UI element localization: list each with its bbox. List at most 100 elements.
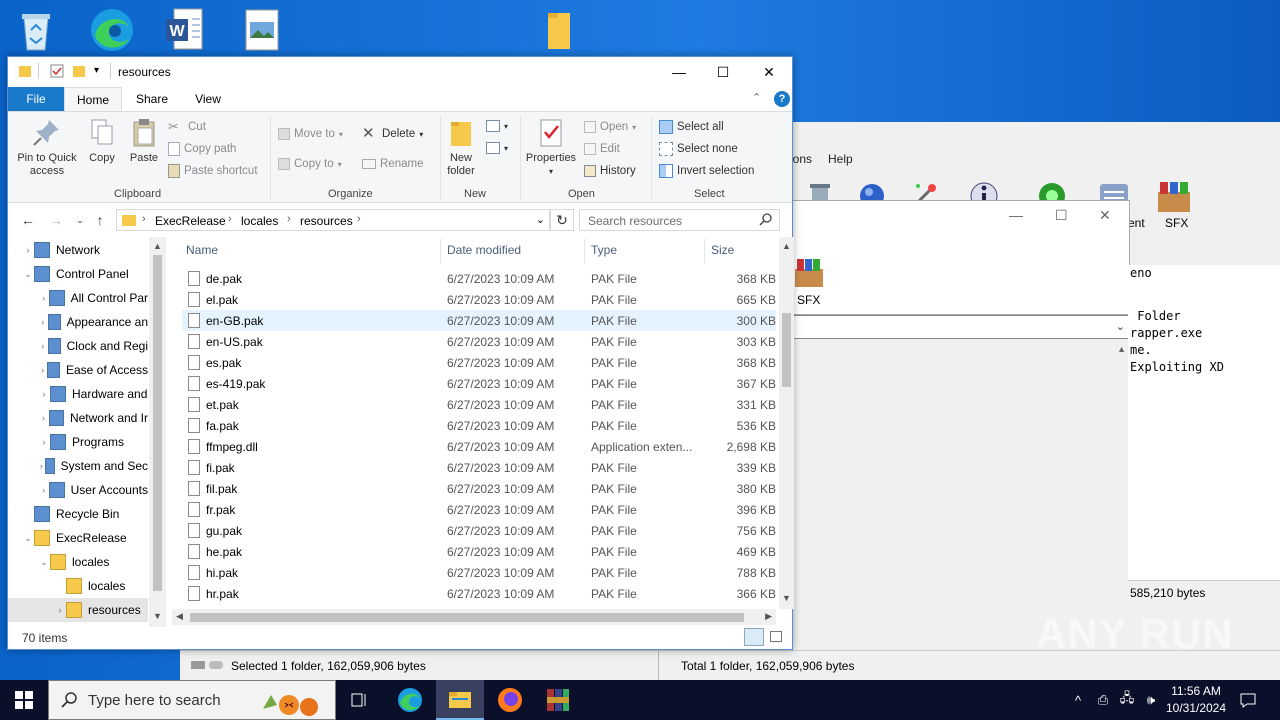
search-input[interactable]: Search resources xyxy=(579,209,780,231)
back-arrow-icon[interactable]: ← xyxy=(18,211,38,229)
file-row[interactable]: es.pak 6/27/2023 10:09 AM PAK File 368 KB xyxy=(182,352,776,373)
nav-item[interactable]: ⌄ ExecRelease xyxy=(8,526,148,550)
edit-button[interactable]: Edit xyxy=(584,139,620,159)
nav-item[interactable]: › Network xyxy=(8,238,148,262)
scroll-up-icon[interactable]: ▲ xyxy=(153,241,162,251)
navigation-scrollbar[interactable]: ▲ ▼ xyxy=(149,237,166,627)
expand-chevron-icon[interactable]: › xyxy=(38,437,50,447)
scroll-up-icon[interactable]: ▲ xyxy=(1117,344,1126,354)
file-row[interactable]: fi.pak 6/27/2023 10:09 AM PAK File 339 KB xyxy=(182,457,776,478)
image-file-icon[interactable] xyxy=(236,6,288,54)
word-document-icon[interactable]: W xyxy=(158,6,210,54)
dialog-minimize-button[interactable]: — xyxy=(1009,207,1023,223)
paste-button[interactable]: Paste xyxy=(126,116,162,165)
nav-item[interactable]: › Appearance an xyxy=(8,310,148,334)
file-row[interactable]: gu.pak 6/27/2023 10:09 AM PAK File 756 KB xyxy=(182,520,776,541)
file-row[interactable]: fa.pak 6/27/2023 10:09 AM PAK File 536 KB xyxy=(182,415,776,436)
scroll-thumb[interactable] xyxy=(153,255,162,591)
file-row[interactable]: hi.pak 6/27/2023 10:09 AM PAK File 788 KB xyxy=(182,562,776,583)
select-all-button[interactable]: Select all xyxy=(659,117,724,137)
maximize-button[interactable]: ☐ xyxy=(700,57,746,87)
refresh-icon[interactable]: ↻ xyxy=(550,209,574,231)
column-separator[interactable] xyxy=(584,239,585,263)
dialog-maximize-button[interactable]: ☐ xyxy=(1055,207,1068,224)
scroll-down-icon[interactable]: ▼ xyxy=(782,593,791,603)
invert-selection-button[interactable]: Invert selection xyxy=(659,161,754,181)
file-row[interactable]: el.pak 6/27/2023 10:09 AM PAK File 665 KB xyxy=(182,289,776,310)
notifications-icon[interactable] xyxy=(1236,680,1260,720)
show-hidden-icons-chevron-icon[interactable]: ^ xyxy=(1068,680,1088,720)
file-row[interactable]: et.pak 6/27/2023 10:09 AM PAK File 331 KB xyxy=(182,394,776,415)
minimize-button[interactable]: — xyxy=(656,57,702,87)
file-list-horizontal-scrollbar[interactable]: ◀ ▶ xyxy=(172,609,776,625)
scroll-up-icon[interactable]: ▲ xyxy=(782,241,791,251)
rename-button[interactable]: Rename xyxy=(362,154,423,174)
properties-button[interactable]: Properties ▾ xyxy=(524,116,578,178)
file-row[interactable]: de.pak 6/27/2023 10:09 AM PAK File 368 KB xyxy=(182,268,776,289)
column-header-name[interactable]: Name xyxy=(186,243,218,257)
tab-home[interactable]: Home xyxy=(64,87,122,111)
nav-item[interactable]: locales xyxy=(8,574,148,598)
firefox-taskbar-icon[interactable] xyxy=(486,680,534,720)
expand-chevron-icon[interactable]: › xyxy=(38,365,47,375)
file-row[interactable]: hr.pak 6/27/2023 10:09 AM PAK File 366 KB xyxy=(182,583,776,604)
breadcrumb-locales[interactable]: locales xyxy=(241,214,278,228)
file-list-vertical-scrollbar[interactable]: ▲ ▼ xyxy=(779,237,794,609)
properties-icon[interactable] xyxy=(50,64,64,78)
winrar-taskbar-icon[interactable] xyxy=(534,680,582,720)
copy-button[interactable]: Copy xyxy=(84,116,120,165)
large-icons-view-icon[interactable] xyxy=(770,631,782,642)
delete-button[interactable]: ✕ Delete ▾ xyxy=(362,124,423,144)
tab-file[interactable]: File xyxy=(8,87,64,111)
forward-arrow-icon[interactable]: → xyxy=(46,211,66,229)
scroll-right-icon[interactable]: ▶ xyxy=(765,611,772,622)
history-button[interactable]: History xyxy=(584,161,636,181)
column-header-date[interactable]: Date modified xyxy=(447,243,521,257)
nav-item[interactable]: › Network and Ir xyxy=(8,406,148,430)
column-separator[interactable] xyxy=(704,239,705,263)
expand-chevron-icon[interactable]: › xyxy=(38,461,45,471)
help-icon[interactable]: ? xyxy=(774,91,790,107)
edge-icon[interactable] xyxy=(86,6,138,54)
nav-item[interactable]: › Ease of Access xyxy=(8,358,148,382)
taskbar-search-input[interactable]: Type here to search xyxy=(48,680,336,720)
address-dropdown-chevron-icon[interactable]: ⌄ xyxy=(536,213,545,226)
tab-share[interactable]: Share xyxy=(132,87,172,111)
collapse-ribbon-chevron-icon[interactable]: ⌃ xyxy=(752,91,761,104)
menu-options[interactable]: ions xyxy=(790,152,812,174)
clock[interactable]: 11:56 AM 10/31/2024 xyxy=(1158,683,1234,717)
tab-view[interactable]: View xyxy=(190,87,226,111)
new-folder-button[interactable]: New folder xyxy=(444,116,478,178)
customize-toolbar-chevron-icon[interactable]: ▾ xyxy=(94,65,99,76)
file-row[interactable]: en-US.pak 6/27/2023 10:09 AM PAK File 303 K… xyxy=(182,331,776,352)
expand-chevron-icon[interactable]: › xyxy=(38,413,49,423)
expand-chevron-icon[interactable]: ⌄ xyxy=(22,269,34,280)
paste-shortcut-button[interactable]: Paste shortcut xyxy=(168,161,258,181)
menu-help[interactable]: Help xyxy=(828,152,853,174)
nav-item[interactable]: › Programs xyxy=(8,430,148,454)
expand-chevron-icon[interactable]: ⌄ xyxy=(38,557,50,568)
nav-item[interactable]: › resources xyxy=(8,598,148,622)
recycle-bin-icon[interactable] xyxy=(10,6,62,54)
breadcrumb-execrelease[interactable]: ExecRelease xyxy=(155,214,226,228)
title-bar[interactable]: ▾ resources — ☐ ✕ xyxy=(8,57,792,87)
expand-chevron-icon[interactable]: › xyxy=(38,317,48,327)
task-view-icon[interactable] xyxy=(336,680,384,720)
edge-taskbar-icon[interactable] xyxy=(386,680,434,720)
file-row[interactable]: he.pak 6/27/2023 10:09 AM PAK File 469 KB xyxy=(182,541,776,562)
recent-locations-chevron-icon[interactable]: ⌄ xyxy=(70,211,90,229)
nav-item[interactable]: › All Control Par xyxy=(8,286,148,310)
close-button[interactable]: ✕ xyxy=(746,57,792,87)
column-header-size[interactable]: Size xyxy=(711,243,734,257)
expand-chevron-icon[interactable]: › xyxy=(38,485,49,495)
scroll-down-icon[interactable]: ▼ xyxy=(153,611,162,621)
file-row[interactable]: fr.pak 6/27/2023 10:09 AM PAK File 396 KB xyxy=(182,499,776,520)
file-explorer-taskbar-icon[interactable] xyxy=(436,680,484,720)
expand-chevron-icon[interactable]: ⌄ xyxy=(22,533,34,544)
scroll-thumb[interactable] xyxy=(782,313,791,387)
copy-to-button[interactable]: Copy to ▾ xyxy=(278,154,342,174)
expand-chevron-icon[interactable]: › xyxy=(38,341,48,351)
start-button[interactable] xyxy=(0,680,48,720)
up-arrow-icon[interactable]: ↑ xyxy=(90,211,110,229)
nav-item[interactable]: › System and Sec xyxy=(8,454,148,478)
